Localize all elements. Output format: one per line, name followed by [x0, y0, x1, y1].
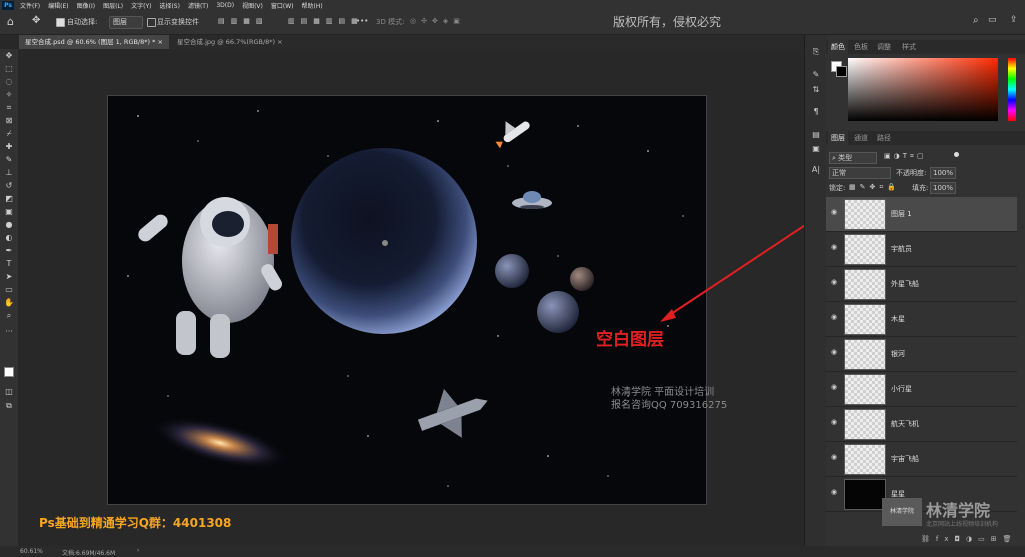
brand-tagline: 北京网站上线视频培训机构	[926, 521, 999, 528]
layer-row[interactable]: ◉ 木星	[826, 302, 1017, 337]
adjust-icon[interactable]: ⇅	[810, 85, 822, 95]
layer-name: 银河	[891, 350, 905, 358]
hue-slider[interactable]	[1008, 58, 1016, 121]
brand-logo: 林清学院	[882, 498, 922, 526]
panel-dock: ⎘ ✎ ⇅ ¶ ▤ ▣ A|	[804, 35, 827, 546]
layer-name: 宇航员	[891, 245, 912, 253]
layer-name: 航天飞机	[891, 420, 919, 428]
annotation-label: 空白图层	[596, 330, 664, 350]
layer-name: 小行星	[891, 385, 912, 393]
color-picker-field[interactable]	[848, 58, 998, 121]
tab-layers[interactable]: 图层	[828, 131, 848, 145]
layer-name: 图层 1	[891, 210, 912, 218]
layer-row[interactable]: ◉ 宇宙飞船	[826, 442, 1017, 477]
layer-thumbnail	[844, 269, 886, 300]
history-icon[interactable]: ⎘	[810, 47, 822, 57]
character-icon[interactable]: A|	[810, 165, 822, 175]
eye-icon[interactable]: ◉	[831, 209, 839, 216]
tab-adjustments[interactable]: 调整	[874, 40, 894, 54]
fx-icon[interactable]: fx	[936, 535, 955, 543]
eye-icon[interactable]: ◉	[831, 314, 839, 321]
eye-icon[interactable]: ◉	[831, 349, 839, 356]
eye-icon[interactable]: ◉	[831, 419, 839, 426]
layer-row[interactable]: ◉ 宇航员	[826, 232, 1017, 267]
brand-name: 林清学院	[926, 501, 991, 520]
brush-settings-icon[interactable]: ✎	[810, 70, 822, 80]
watermark-line-2: 报名咨询QQ 709316275	[611, 400, 728, 411]
zoom-level[interactable]: 60.61%	[20, 548, 43, 555]
layer-thumbnail	[844, 304, 886, 335]
blend-mode-dropdown[interactable]: 正常	[829, 167, 891, 179]
tab-channels[interactable]: 通道	[851, 131, 871, 145]
eye-icon[interactable]: ◉	[831, 454, 839, 461]
eye-icon[interactable]: ◉	[831, 244, 839, 251]
tab-styles[interactable]: 样式	[899, 40, 919, 54]
watermark-line-1: 林清学院 平面设计培训	[611, 387, 715, 398]
link-icon[interactable]: ⛓	[921, 535, 936, 543]
layer-row[interactable]: ◉ 航天飞机	[826, 407, 1017, 442]
eye-icon[interactable]: ◉	[831, 279, 839, 286]
layer-thumbnail	[844, 374, 886, 405]
lock-icons[interactable]: ▦✎✥⌗🔒	[849, 183, 900, 192]
filter-kind-label: 类型	[838, 154, 853, 162]
layers-list: ◉ 图层 1 ◉ 宇航员 ◉ 外星飞船 ◉ 木星 ◉ 银河 ◉ 小行星 ◉ 航天…	[826, 197, 1017, 537]
layer-thumbnail	[844, 409, 886, 440]
layers-panel-tabs: 图层 通道 路径	[826, 131, 1025, 145]
tab-paths[interactable]: 路径	[874, 131, 894, 145]
tab-color[interactable]: 颜色	[828, 40, 848, 54]
mask-icon[interactable]: ◘	[955, 535, 967, 543]
lock-label: 锁定:	[829, 184, 846, 192]
layer-row[interactable]: ◉ 银河	[826, 337, 1017, 372]
layer-row[interactable]: ◉ 小行星	[826, 372, 1017, 407]
status-bar: 60.61% 文档:6.69M/46.6M ›	[0, 546, 1025, 557]
layer-thumbnail	[844, 339, 886, 370]
layer-actions: ⛓fx◘◑▭⊞🗑	[921, 535, 1018, 543]
layer-row[interactable]: ◉ 外星飞船	[826, 267, 1017, 302]
filter-icons[interactable]: ▣◑T⌗▢	[884, 152, 927, 161]
new-layer-icon[interactable]: ⊞	[991, 535, 1003, 543]
adjustment-icon[interactable]: ◑	[966, 535, 978, 543]
eye-icon[interactable]: ◉	[831, 489, 839, 496]
trash-icon[interactable]: 🗑	[1003, 535, 1018, 543]
chevron-right-icon[interactable]: ›	[137, 547, 139, 554]
group-icon[interactable]: ▭	[978, 535, 991, 543]
layer-thumbnail	[844, 444, 886, 475]
bg-color-chip[interactable]	[836, 66, 847, 77]
layer-thumbnail	[844, 479, 886, 510]
layer-filter-dropdown[interactable]: ⌕ 类型	[829, 152, 877, 164]
properties-icon[interactable]: ▤	[810, 130, 822, 140]
libraries-icon[interactable]: ▣	[810, 144, 822, 154]
watermark: 林清学院 平面设计培训 报名咨询QQ 709316275	[611, 386, 727, 412]
filter-toggle[interactable]	[954, 152, 959, 157]
eye-icon[interactable]: ◉	[831, 384, 839, 391]
paragraph-icon[interactable]: ¶	[810, 107, 822, 117]
fill-label: 填充:	[912, 184, 929, 192]
layer-row[interactable]: ◉ 图层 1	[826, 197, 1017, 232]
qq-group-banner: Ps基础到精通学习Q群：4401308	[39, 516, 232, 530]
layer-name: 木星	[891, 315, 905, 323]
right-panels: 颜色 色板 调整 样式 图层 通道 路径 ⌕ 类型 ▣◑T⌗▢ 正常 不透明度:…	[826, 35, 1025, 546]
tab-swatches[interactable]: 色板	[851, 40, 871, 54]
layer-thumbnail	[844, 199, 886, 230]
layer-name: 宇宙飞船	[891, 455, 919, 463]
layer-name: 外星飞船	[891, 280, 919, 288]
fill-input[interactable]: 100%	[930, 182, 956, 194]
annotation-arrowhead	[660, 309, 676, 322]
opacity-label: 不透明度:	[896, 169, 927, 177]
layer-thumbnail	[844, 234, 886, 265]
color-panel-tabs: 颜色 色板 调整 样式	[826, 40, 1025, 54]
opacity-input[interactable]: 100%	[930, 167, 956, 179]
